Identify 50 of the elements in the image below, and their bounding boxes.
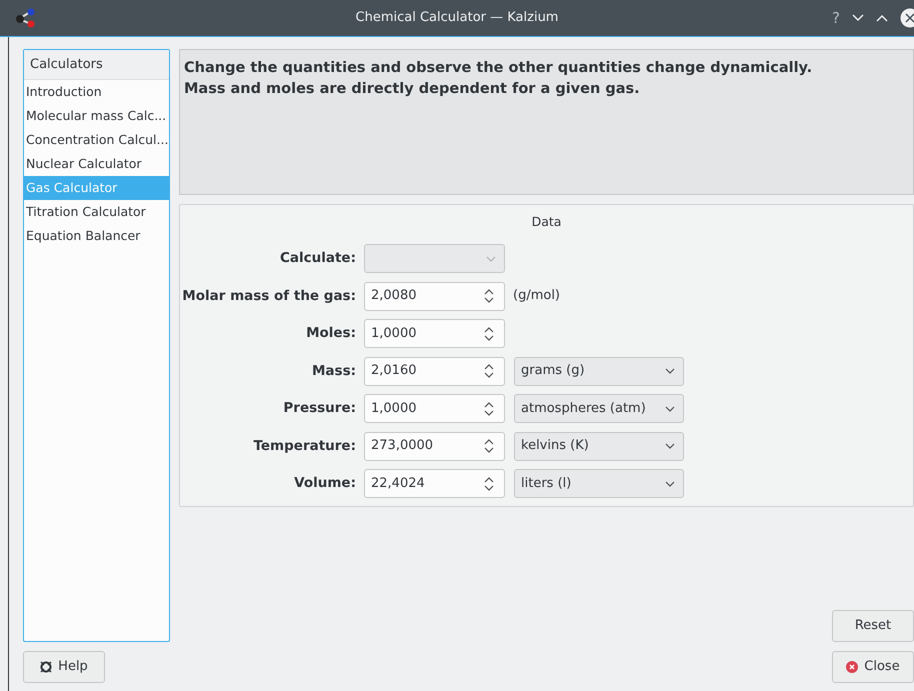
unit-dropdown[interactable]: grams (g) [514, 356, 684, 386]
spin-box[interactable]: 273,0000 [364, 432, 505, 460]
spin-arrows-icon[interactable] [484, 476, 494, 492]
field-label: Molar mass of the gas: [182, 286, 356, 306]
spin-box[interactable]: 1,0000 [364, 319, 505, 348]
spin-box[interactable]: 22,4024 [364, 469, 505, 498]
chevron-down-icon [486, 256, 496, 262]
lifebuoy-icon [40, 661, 52, 673]
chevron-down-icon [665, 443, 675, 449]
list-item[interactable]: Equation Balancer [24, 224, 169, 248]
list-item[interactable]: Nuclear Calculator [24, 152, 169, 176]
close-circle-icon [846, 661, 858, 673]
unit-dropdown[interactable]: atmospheres (atm) [514, 394, 684, 423]
reset-button[interactable]: Reset [832, 610, 914, 642]
field-label: Moles: [306, 324, 356, 344]
list-item[interactable]: Molecular mass Calc... [24, 104, 169, 128]
list-header: Calculators [24, 50, 169, 80]
close-icon[interactable] [900, 8, 914, 28]
field-label: Temperature: [253, 436, 356, 456]
field-label: Volume: [294, 474, 356, 494]
list-item[interactable]: Titration Calculator [24, 200, 169, 224]
list-item[interactable]: Introduction [24, 80, 169, 104]
spin-arrows-icon[interactable] [484, 438, 494, 454]
maximize-icon[interactable] [876, 14, 888, 22]
help-title-button[interactable]: ? [832, 6, 840, 30]
description-text: Mass and moles are directly dependent for a given gas. [184, 80, 641, 99]
spin-arrows-icon[interactable] [484, 288, 494, 304]
unit-dropdown[interactable]: liters (l) [514, 469, 684, 498]
spin-box[interactable]: 2,0080 [364, 282, 505, 310]
spin-arrows-icon[interactable] [484, 326, 494, 342]
spin-box[interactable]: 1,0000 [364, 394, 505, 423]
group-title: Data [532, 213, 562, 231]
unit-dropdown[interactable]: kelvins (K) [514, 432, 684, 460]
field-label: Mass: [312, 362, 356, 381]
field-label: Pressure: [283, 399, 356, 418]
help-button[interactable]: Help [23, 651, 105, 683]
chevron-down-icon [665, 406, 675, 412]
unit-label: (g/mol) [513, 287, 560, 306]
spin-arrows-icon[interactable] [484, 400, 494, 416]
window-title: Chemical Calculator — Kalzium [356, 9, 558, 28]
molecule-icon [15, 8, 37, 28]
field-label: Calculate: [280, 249, 356, 268]
list-item[interactable]: Concentration Calcul... [24, 128, 169, 152]
spin-box[interactable]: 2,0160 [364, 356, 505, 386]
chevron-down-icon [665, 368, 675, 374]
chevron-down-icon [665, 480, 675, 486]
close-button[interactable]: Close [832, 651, 914, 683]
minimize-icon[interactable] [852, 14, 864, 22]
spin-arrows-icon[interactable] [484, 363, 494, 379]
description-text: Change the quantities and observe the other quantities change dynamically. [184, 59, 814, 78]
